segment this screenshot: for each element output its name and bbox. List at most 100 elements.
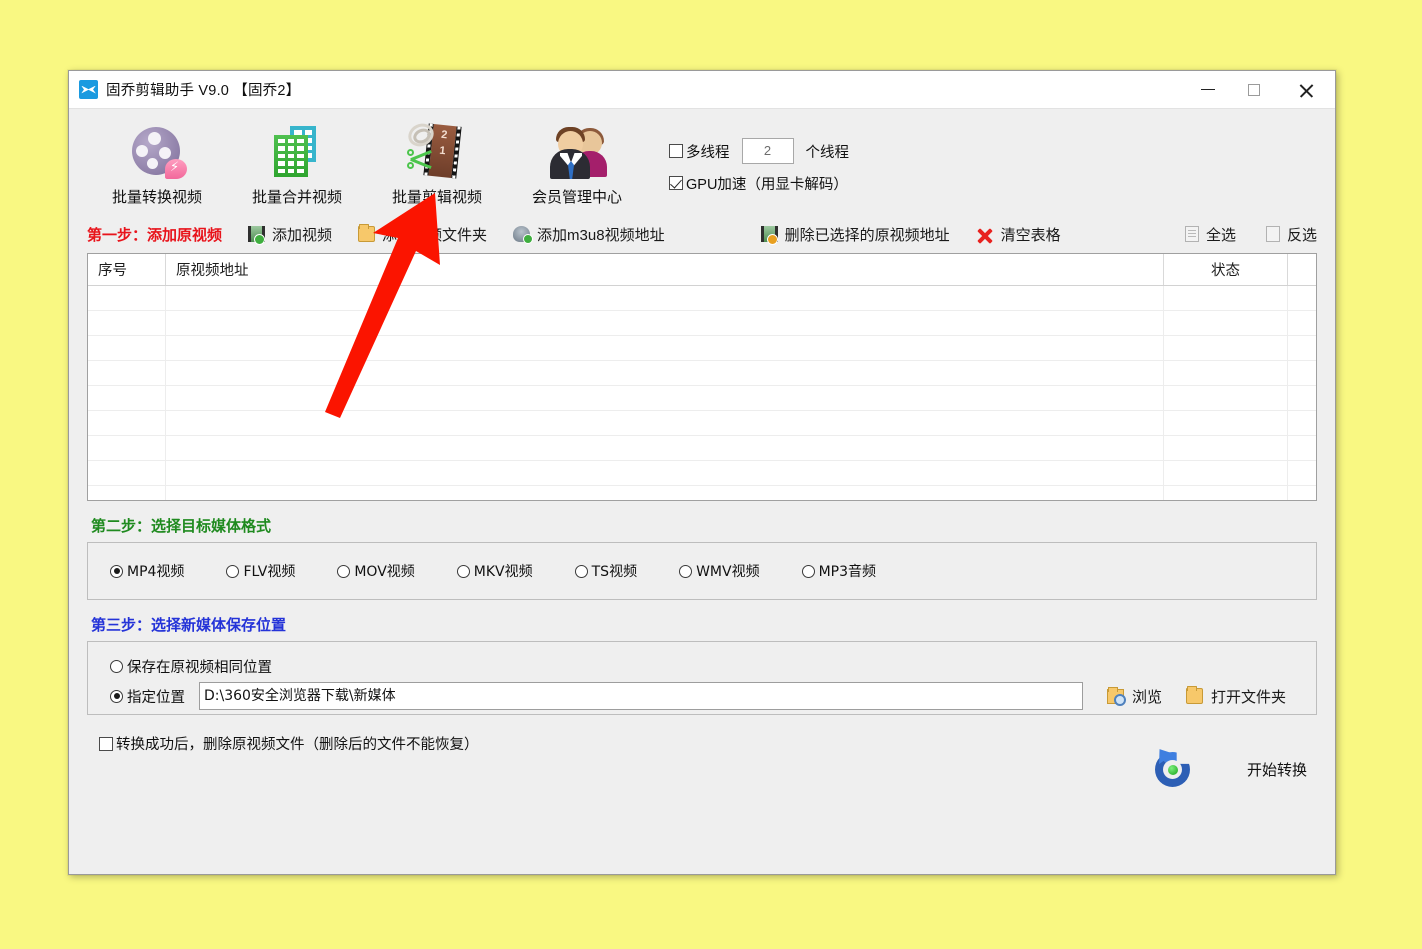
column-header-path: 原视频地址	[166, 254, 1164, 285]
column-header-status: 状态	[1164, 254, 1288, 285]
column-header-index: 序号	[88, 254, 166, 285]
step1-right-actions: 全选 反选	[1155, 224, 1317, 245]
delete-video-icon	[760, 226, 778, 245]
step3-title: 第三步：选择新媒体保存位置	[91, 617, 287, 634]
format-option-0[interactable]: MP4视频	[110, 561, 184, 581]
add-folder-label: 添加视频文件夹	[382, 226, 488, 244]
table-row[interactable]	[88, 436, 1316, 461]
delete-source-row[interactable]: 转换成功后，删除原视频文件（删除后的文件不能恢复）	[99, 733, 479, 754]
add-video-button[interactable]: 添加视频	[248, 224, 332, 245]
open-folder-label: 打开文件夹	[1211, 688, 1287, 706]
step1-title: 第一步：添加原视频	[87, 226, 223, 244]
table-row[interactable]	[88, 386, 1316, 411]
format-radio[interactable]	[679, 564, 693, 578]
thread-options: 多线程 2 个线程 GPU加速（用显卡解码）	[669, 123, 849, 199]
scissors-icon	[79, 80, 98, 99]
start-convert-button[interactable]: 开始转换	[1151, 733, 1307, 791]
same-location-label: 保存在原视频相同位置	[127, 659, 272, 676]
close-icon	[1298, 82, 1314, 98]
add-m3u8-icon	[513, 226, 534, 244]
gpu-checkbox[interactable]	[669, 176, 683, 190]
invert-select-button[interactable]: 反选	[1265, 224, 1317, 245]
table-row[interactable]	[88, 286, 1316, 311]
format-option-6[interactable]: MP3音频	[801, 561, 876, 581]
film-scissors-icon: 21	[404, 119, 468, 181]
format-radio[interactable]	[226, 564, 240, 578]
window-title: 固乔剪辑助手 V9.0 【固乔2】	[106, 83, 301, 99]
toolbar-label: 会员管理中心	[531, 189, 622, 206]
format-radio[interactable]	[801, 564, 815, 578]
format-label: MOV视频	[354, 564, 415, 580]
members-icon	[546, 123, 608, 181]
delete-source-label: 转换成功后，删除原视频文件（删除后的文件不能恢复）	[116, 737, 479, 753]
invert-select-label: 反选	[1286, 226, 1317, 244]
format-radio[interactable]	[110, 564, 123, 578]
close-button[interactable]	[1277, 71, 1335, 108]
format-option-4[interactable]: TS视频	[574, 561, 637, 581]
clear-table-button[interactable]: 清空表格	[976, 224, 1061, 245]
select-all-label: 全选	[1205, 226, 1236, 244]
thread-count-input[interactable]: 2	[741, 138, 794, 164]
table-row[interactable]	[88, 361, 1316, 386]
toolbar-button-member-center[interactable]: 会员管理中心	[507, 123, 647, 207]
open-folder-button[interactable]: 打开文件夹	[1186, 686, 1286, 707]
format-label: MP4视频	[127, 564, 185, 580]
maximize-button[interactable]	[1231, 71, 1277, 108]
format-radio[interactable]	[337, 564, 351, 578]
gpu-label: GPU加速（用显卡解码）	[686, 176, 848, 193]
format-option-1[interactable]: FLV视频	[226, 561, 295, 581]
toolbar-label: 批量合并视频	[251, 189, 342, 206]
toolbar-button-batch-clip[interactable]: 21 批量剪辑视频	[367, 119, 507, 207]
save-path-input[interactable]: D:\360安全浏览器下载\新媒体	[199, 682, 1083, 710]
format-radio[interactable]	[456, 564, 470, 578]
invert-select-icon	[1265, 226, 1280, 242]
table-row[interactable]	[88, 461, 1316, 486]
format-option-5[interactable]: WMV视频	[679, 561, 760, 581]
format-option-2[interactable]: MOV视频	[337, 561, 415, 581]
film-reel-icon	[126, 123, 188, 181]
window-body: 批量转换视频 批量合并视频 21 批量剪辑视频	[69, 109, 1335, 874]
format-label: MKV视频	[473, 564, 533, 580]
add-folder-button[interactable]: 添加视频文件夹	[358, 224, 487, 245]
thread-unit-label: 个线程	[805, 144, 850, 161]
multithread-checkbox[interactable]	[669, 144, 683, 158]
format-panel: MP4视频 FLV视频 MOV视频 MKV视频 TS视频 WMV视频 MP3音频	[87, 542, 1317, 600]
browse-button[interactable]: 浏览	[1107, 686, 1162, 707]
table-row[interactable]	[88, 411, 1316, 436]
table-row[interactable]	[88, 311, 1316, 336]
table-row[interactable]	[88, 336, 1316, 361]
main-toolbar: 批量转换视频 批量合并视频 21 批量剪辑视频	[87, 109, 1317, 217]
add-video-label: 添加视频	[272, 226, 333, 244]
add-m3u8-button[interactable]: 添加m3u8视频地址	[513, 224, 665, 245]
toolbar-button-batch-convert[interactable]: 批量转换视频	[87, 123, 227, 207]
format-label: WMV视频	[696, 564, 760, 580]
step2-title: 第二步：选择目标媒体格式	[91, 518, 272, 535]
minimize-button[interactable]	[1185, 71, 1231, 108]
toolbar-label: 批量剪辑视频	[391, 189, 482, 206]
custom-location-radio[interactable]	[110, 689, 123, 703]
application-window: 固乔剪辑助手 V9.0 【固乔2】 批量转换	[68, 70, 1336, 875]
same-location-row[interactable]: 保存在原视频相同位置	[110, 651, 1316, 681]
table-row[interactable]	[88, 486, 1316, 500]
green-buildings-icon	[266, 123, 328, 181]
toolbar-button-batch-merge[interactable]: 批量合并视频	[227, 123, 367, 207]
bottom-area: 转换成功后，删除原视频文件（删除后的文件不能恢复） 开始转换	[87, 733, 1317, 874]
format-radio[interactable]	[574, 564, 588, 578]
add-video-icon	[248, 226, 266, 245]
custom-location-row: 指定位置 D:\360安全浏览器下载\新媒体 浏览 打开文件夹	[110, 681, 1316, 711]
delete-source-checkbox[interactable]	[99, 736, 113, 751]
browse-folder-icon	[1107, 686, 1126, 706]
table-body[interactable]	[88, 286, 1316, 500]
table-header-row: 序号 原视频地址 状态	[88, 254, 1316, 286]
format-option-3[interactable]: MKV视频	[456, 561, 533, 581]
minimize-icon	[1201, 88, 1215, 91]
format-label: FLV视频	[243, 564, 296, 580]
select-all-button[interactable]: 全选	[1184, 224, 1236, 245]
delete-selected-button[interactable]: 删除已选择的原视频地址	[760, 224, 950, 245]
select-all-icon	[1184, 226, 1199, 242]
same-location-radio[interactable]	[110, 659, 123, 673]
column-header-spacer	[1288, 254, 1316, 285]
start-convert-label: 开始转换	[1246, 761, 1307, 779]
video-file-table[interactable]: 序号 原视频地址 状态	[87, 253, 1317, 501]
add-folder-icon	[358, 224, 376, 242]
